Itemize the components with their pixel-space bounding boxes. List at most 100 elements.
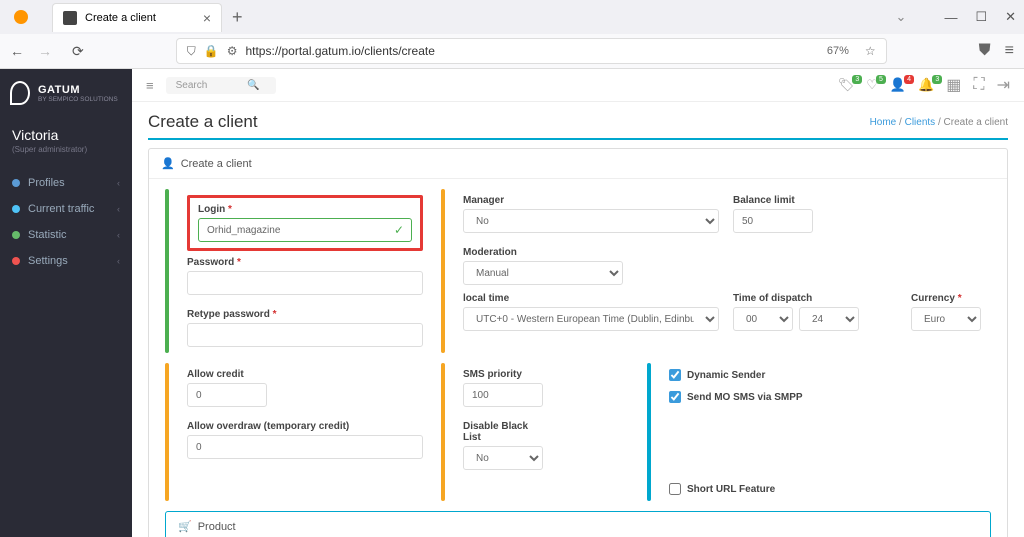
dynamic-sender-checkbox[interactable] bbox=[669, 369, 681, 381]
allow-overdraw-input[interactable] bbox=[187, 435, 423, 459]
check-icon: ✓ bbox=[394, 223, 404, 237]
settings-toggle-icon: ⚙ bbox=[227, 44, 238, 58]
page-header: Create a client Home / Clients / Create … bbox=[132, 102, 1024, 138]
sidebar-item-settings[interactable]: Settings ‹ bbox=[0, 248, 132, 274]
new-tab-button[interactable]: + bbox=[232, 7, 243, 28]
user-role: (Super administrator) bbox=[0, 145, 132, 170]
panel-header: 👤 Create a client bbox=[149, 149, 1007, 179]
logo: GATUM BY SEMPICO SOLUTIONS bbox=[0, 69, 132, 117]
hamburger-icon[interactable]: ≡ bbox=[146, 78, 154, 93]
traffic-icon bbox=[12, 205, 20, 213]
login-label: Login * bbox=[198, 204, 412, 215]
section-bar bbox=[441, 363, 445, 501]
local-time-select[interactable]: UTC+0 - Western European Time (Dublin, E… bbox=[463, 307, 719, 331]
brand-sub: BY SEMPICO SOLUTIONS bbox=[38, 96, 118, 103]
manager-select[interactable]: No bbox=[463, 209, 719, 233]
short-url-field[interactable]: Short URL Feature bbox=[669, 483, 775, 495]
close-window-icon[interactable]: ✕ bbox=[1005, 9, 1016, 25]
breadcrumb-home[interactable]: Home bbox=[870, 117, 897, 128]
favicon-icon bbox=[63, 11, 77, 25]
main-area: ≡ Search 🔍 🏷3 ♡5 👤4 🔔3 ▦ ⛶ ⇥ Create a cl… bbox=[132, 69, 1024, 537]
sidebar: GATUM BY SEMPICO SOLUTIONS Victoria (Sup… bbox=[0, 69, 132, 537]
tab-underline bbox=[148, 138, 1008, 140]
search-placeholder: Search bbox=[176, 80, 208, 91]
dynamic-sender-field[interactable]: Dynamic Sender bbox=[669, 369, 803, 381]
product-header: 🛒 Product bbox=[166, 512, 990, 537]
logout-icon[interactable]: ⇥ bbox=[997, 75, 1010, 95]
user-name: Victoria bbox=[0, 117, 132, 145]
password-label: Password * bbox=[187, 257, 423, 268]
chevron-down-icon[interactable]: ⌄ bbox=[896, 9, 907, 25]
chevron-icon: ‹ bbox=[117, 178, 120, 188]
page-title: Create a client bbox=[148, 112, 258, 132]
retype-password-input[interactable] bbox=[187, 323, 423, 347]
send-mo-smpp-checkbox[interactable] bbox=[669, 391, 681, 403]
minimize-icon[interactable]: — bbox=[944, 10, 957, 25]
nav-label: Settings bbox=[28, 255, 68, 267]
tab-bar: Create a client × + ⌄ — ☐ ✕ bbox=[0, 0, 1024, 34]
dispatch-to-select[interactable]: 24 bbox=[799, 307, 859, 331]
top-bar: ≡ Search 🔍 🏷3 ♡5 👤4 🔔3 ▦ ⛶ ⇥ bbox=[132, 69, 1024, 102]
disable-blacklist-select[interactable]: No bbox=[463, 446, 543, 470]
sidebar-item-statistic[interactable]: Statistic ‹ bbox=[0, 222, 132, 248]
panel-title: Create a client bbox=[181, 158, 252, 170]
zoom-label[interactable]: 67% bbox=[827, 45, 849, 57]
bell-icon[interactable]: 🔔3 bbox=[918, 77, 934, 93]
sidebar-item-current-traffic[interactable]: Current traffic ‹ bbox=[0, 196, 132, 222]
grid-icon[interactable]: ▦ bbox=[946, 75, 961, 95]
close-tab-icon[interactable]: × bbox=[203, 10, 211, 26]
menu-icon[interactable]: ≡ bbox=[1005, 42, 1014, 60]
chevron-icon: ‹ bbox=[117, 230, 120, 240]
user-icon[interactable]: 👤4 bbox=[890, 77, 906, 93]
retype-password-label: Retype password * bbox=[187, 309, 423, 320]
url-box[interactable]: ⛉ 🔒 ⚙ https://portal.gatum.io/clients/cr… bbox=[176, 38, 887, 64]
tab-title: Create a client bbox=[85, 12, 156, 24]
nav-label: Statistic bbox=[28, 229, 67, 241]
allow-credit-label: Allow credit bbox=[187, 369, 267, 380]
shield-icon: ⛉ bbox=[187, 44, 196, 59]
sidebar-item-profiles[interactable]: Profiles ‹ bbox=[0, 170, 132, 196]
disable-blacklist-label: Disable Black List bbox=[463, 421, 543, 443]
time-dispatch-label: Time of dispatch bbox=[733, 293, 859, 304]
password-input[interactable] bbox=[187, 271, 423, 295]
star-icon[interactable]: ☆ bbox=[865, 44, 876, 58]
login-highlight-box: Login * ✓ bbox=[187, 195, 423, 251]
breadcrumb: Home / Clients / Create a client bbox=[870, 117, 1008, 128]
reload-icon[interactable]: ⟳ bbox=[72, 43, 84, 60]
expand-icon[interactable]: ⛶ bbox=[973, 76, 984, 94]
user-icon: 👤 bbox=[161, 157, 175, 170]
moderation-select[interactable]: Manual bbox=[463, 261, 623, 285]
balance-limit-input[interactable] bbox=[733, 209, 813, 233]
allow-credit-input[interactable] bbox=[187, 383, 267, 407]
chevron-icon: ‹ bbox=[117, 204, 120, 214]
browser-tab[interactable]: Create a client × bbox=[52, 3, 222, 32]
balance-limit-label: Balance limit bbox=[733, 195, 813, 206]
currency-select[interactable]: Euro bbox=[911, 307, 981, 331]
pocket-icon[interactable]: ⛊ bbox=[979, 42, 991, 60]
send-mo-smpp-field[interactable]: Send MO SMS via SMPP bbox=[669, 391, 803, 403]
local-time-label: local time bbox=[463, 293, 719, 304]
search-icon: 🔍 bbox=[247, 80, 259, 91]
breadcrumb-clients[interactable]: Clients bbox=[905, 117, 936, 128]
search-input[interactable]: Search 🔍 bbox=[166, 77, 276, 94]
currency-label: Currency * bbox=[911, 293, 981, 304]
section-bar bbox=[165, 189, 169, 353]
profiles-icon bbox=[12, 179, 20, 187]
statistic-icon bbox=[12, 231, 20, 239]
url-text: https://portal.gatum.io/clients/create bbox=[245, 44, 434, 58]
window-controls: ⌄ — ☐ ✕ bbox=[896, 9, 1016, 25]
address-bar: ← → ⟳ ⛉ 🔒 ⚙ https://portal.gatum.io/clie… bbox=[0, 34, 1024, 68]
browser-chrome: Create a client × + ⌄ — ☐ ✕ ← → ⟳ ⛉ 🔒 ⚙ … bbox=[0, 0, 1024, 69]
pricetag-icon[interactable]: 🏷3 bbox=[838, 77, 855, 93]
sms-priority-input[interactable] bbox=[463, 383, 543, 407]
allow-overdraw-label: Allow overdraw (temporary credit) bbox=[187, 421, 423, 432]
login-input[interactable] bbox=[198, 218, 412, 242]
back-icon[interactable]: ← bbox=[10, 43, 24, 60]
product-panel: 🛒 Product Product type bbox=[165, 511, 991, 537]
heart-icon[interactable]: ♡5 bbox=[866, 77, 878, 93]
nav-label: Current traffic bbox=[28, 203, 94, 215]
dispatch-from-select[interactable]: 00 bbox=[733, 307, 793, 331]
maximize-icon[interactable]: ☐ bbox=[975, 9, 987, 25]
forward-icon: → bbox=[38, 43, 52, 60]
short-url-checkbox[interactable] bbox=[669, 483, 681, 495]
